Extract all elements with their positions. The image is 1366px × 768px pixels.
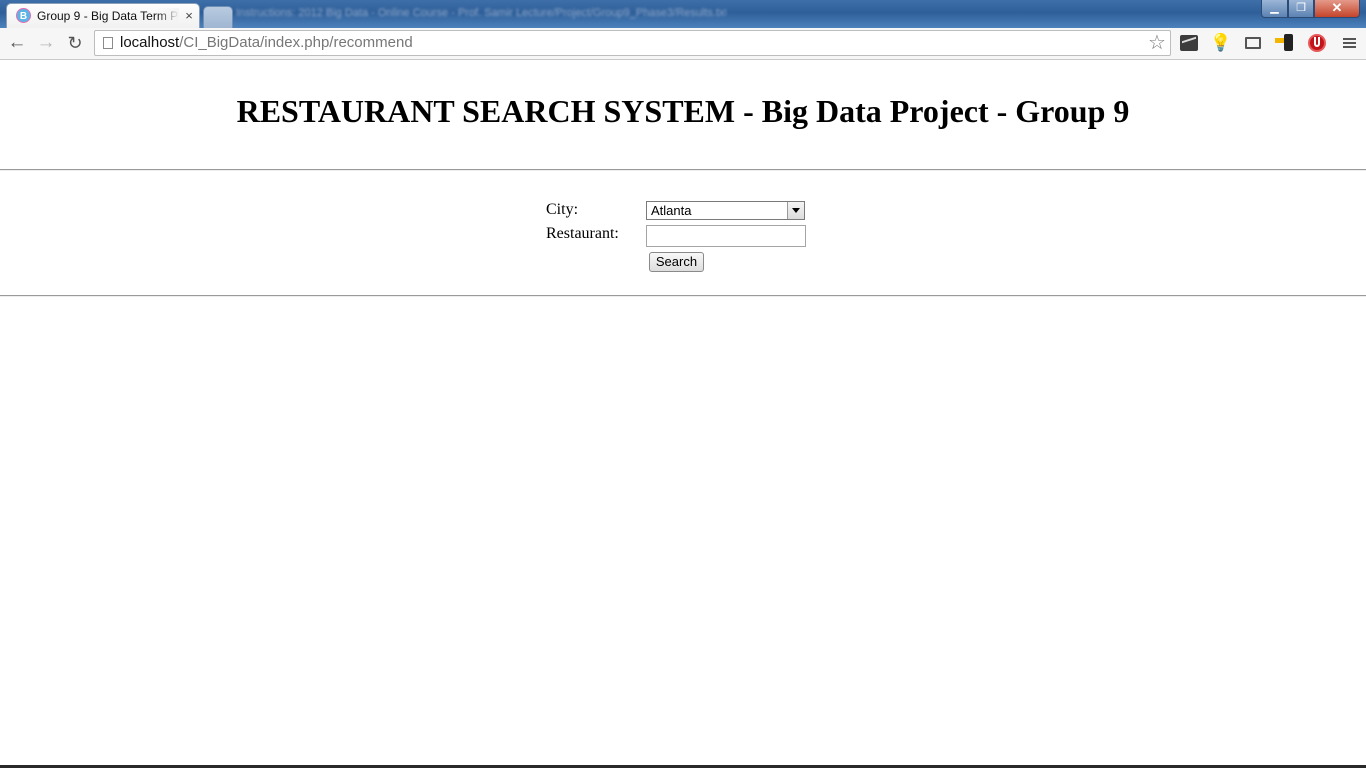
window-minimize-button[interactable]: ▁: [1261, 0, 1288, 18]
chevron-down-icon[interactable]: [787, 202, 804, 219]
lightbulb-extension-icon[interactable]: 💡: [1210, 32, 1232, 54]
chart-extension-line: [1182, 36, 1196, 52]
favicon-icon: B: [16, 8, 31, 23]
reload-icon[interactable]: ↻: [64, 33, 86, 53]
search-button[interactable]: Search: [649, 252, 704, 272]
chart-extension-icon[interactable]: [1178, 32, 1200, 54]
city-label: City:: [546, 201, 579, 218]
url-path: /CI_BigData/index.php/recommend: [179, 34, 413, 51]
address-bar[interactable]: localhost/CI_BigData/index.php/recommend…: [94, 30, 1171, 56]
url-text[interactable]: localhost/CI_BigData/index.php/recommend: [120, 34, 413, 52]
menu-icon[interactable]: [1338, 32, 1360, 54]
titlebar-background-text: Instructions: 2012 Big Data - Online Cou…: [236, 7, 726, 19]
window-maximize-button[interactable]: ❐: [1288, 0, 1314, 18]
city-select[interactable]: Atlanta: [646, 201, 805, 220]
browser-titlebar: B Group 9 - Big Data Term P × Instructio…: [0, 0, 1366, 28]
restaurant-label: Restaurant:: [546, 225, 619, 242]
cast-icon-box: [1245, 37, 1261, 49]
page-icon: [103, 37, 113, 49]
divider-bottom: [0, 295, 1366, 297]
phone-extension-icon[interactable]: [1275, 32, 1297, 54]
tab-title: Group 9 - Big Data Term P: [37, 8, 179, 24]
menu-icon-bar: [1343, 38, 1356, 40]
window-close-button[interactable]: ✕: [1314, 0, 1360, 18]
cast-icon[interactable]: [1242, 32, 1264, 54]
phone-extension-body: [1284, 34, 1293, 51]
star-icon[interactable]: ☆: [1146, 32, 1168, 54]
page-title: RESTAURANT SEARCH SYSTEM - Big Data Proj…: [236, 93, 1130, 129]
back-arrow-icon[interactable]: ←: [6, 33, 28, 53]
url-host: localhost: [120, 34, 180, 51]
tab-close-icon[interactable]: ×: [182, 8, 196, 24]
tab-active[interactable]: B Group 9 - Big Data Term P ×: [6, 3, 200, 28]
city-selected-value: Atlanta: [651, 203, 692, 218]
menu-icon-bar: [1343, 46, 1356, 48]
menu-icon-bar: [1343, 42, 1356, 44]
divider-top: [0, 169, 1366, 171]
chart-extension-box: [1180, 35, 1198, 52]
restaurant-input[interactable]: [646, 225, 806, 247]
phone-extension-arrow: [1275, 38, 1284, 43]
forward-arrow-icon[interactable]: →: [35, 33, 57, 53]
stop-extension-glyph: [1314, 37, 1320, 47]
stop-extension-icon[interactable]: [1306, 32, 1328, 54]
tab-new[interactable]: [203, 6, 233, 28]
